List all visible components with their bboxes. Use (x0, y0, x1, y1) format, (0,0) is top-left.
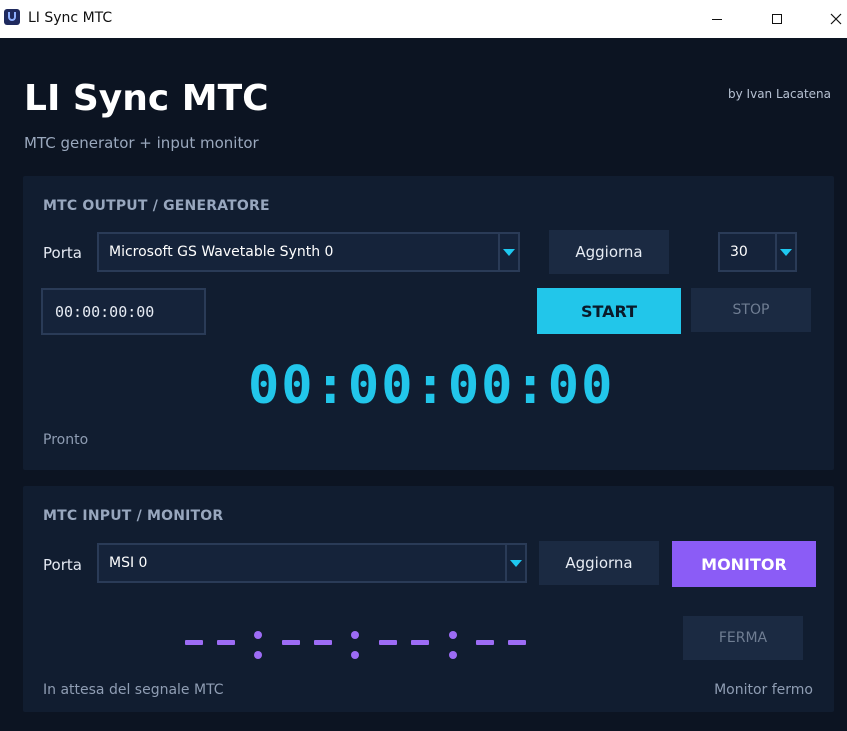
timecode-input[interactable] (41, 288, 206, 335)
app-icon (4, 9, 20, 25)
timecode-dash (217, 640, 235, 645)
timecode-dash (282, 640, 300, 645)
timecode-dash (508, 640, 526, 645)
timecode-colon-dot (254, 651, 262, 659)
output-port-label: Porta (43, 244, 82, 262)
stop-button[interactable]: STOP (691, 288, 811, 332)
output-port-select[interactable]: Microsoft GS Wavetable Synth 0 (97, 232, 520, 272)
window-titlebar: LI Sync MTC (0, 0, 847, 38)
monitor-button[interactable]: MONITOR (672, 541, 816, 587)
input-port-value: MSI 0 (109, 555, 148, 571)
fps-value: 30 (730, 244, 748, 260)
output-panel: MTC OUTPUT / GENERATORE Porta Microsoft … (23, 176, 834, 470)
minimize-icon[interactable] (694, 0, 740, 38)
input-section-title: MTC INPUT / MONITOR (43, 508, 224, 524)
timecode-dash (411, 640, 429, 645)
close-icon[interactable] (813, 0, 847, 38)
start-button[interactable]: START (537, 288, 681, 334)
output-section-title: MTC OUTPUT / GENERATORE (43, 198, 270, 214)
output-refresh-button[interactable]: Aggiorna (549, 230, 669, 274)
chevron-down-icon[interactable] (505, 545, 525, 581)
output-port-value: Microsoft GS Wavetable Synth 0 (109, 244, 334, 260)
chevron-down-icon[interactable] (775, 234, 795, 270)
author-credit: by Ivan Lacatena (728, 87, 831, 101)
app-title: LI Sync MTC (24, 78, 269, 119)
timecode-dash (314, 640, 332, 645)
timecode-colon-dot (351, 651, 359, 659)
chevron-down-icon[interactable] (498, 234, 518, 270)
timecode-colon-dot (254, 631, 262, 639)
window-title: LI Sync MTC (28, 10, 113, 26)
monitor-status: Monitor fermo (714, 682, 813, 698)
timecode-colon-dot (449, 631, 457, 639)
input-port-select[interactable]: MSI 0 (97, 543, 527, 583)
timecode-colon-dot (449, 651, 457, 659)
output-status: Pronto (43, 432, 89, 448)
timecode-dash (476, 640, 494, 645)
input-port-label: Porta (43, 556, 82, 574)
timecode-dash (185, 640, 203, 645)
input-panel: MTC INPUT / MONITOR Porta MSI 0 Aggiorna… (23, 486, 834, 712)
input-refresh-button[interactable]: Aggiorna (539, 541, 659, 585)
timecode-dash (379, 640, 397, 645)
fps-select[interactable]: 30 (718, 232, 797, 272)
app-subtitle: MTC generator + input monitor (24, 134, 259, 152)
input-status: In attesa del segnale MTC (43, 682, 224, 698)
output-timecode-display: 00:00:00:00 (248, 356, 615, 416)
ferma-button[interactable]: FERMA (683, 616, 803, 660)
maximize-icon[interactable] (754, 0, 800, 38)
timecode-colon-dot (351, 631, 359, 639)
